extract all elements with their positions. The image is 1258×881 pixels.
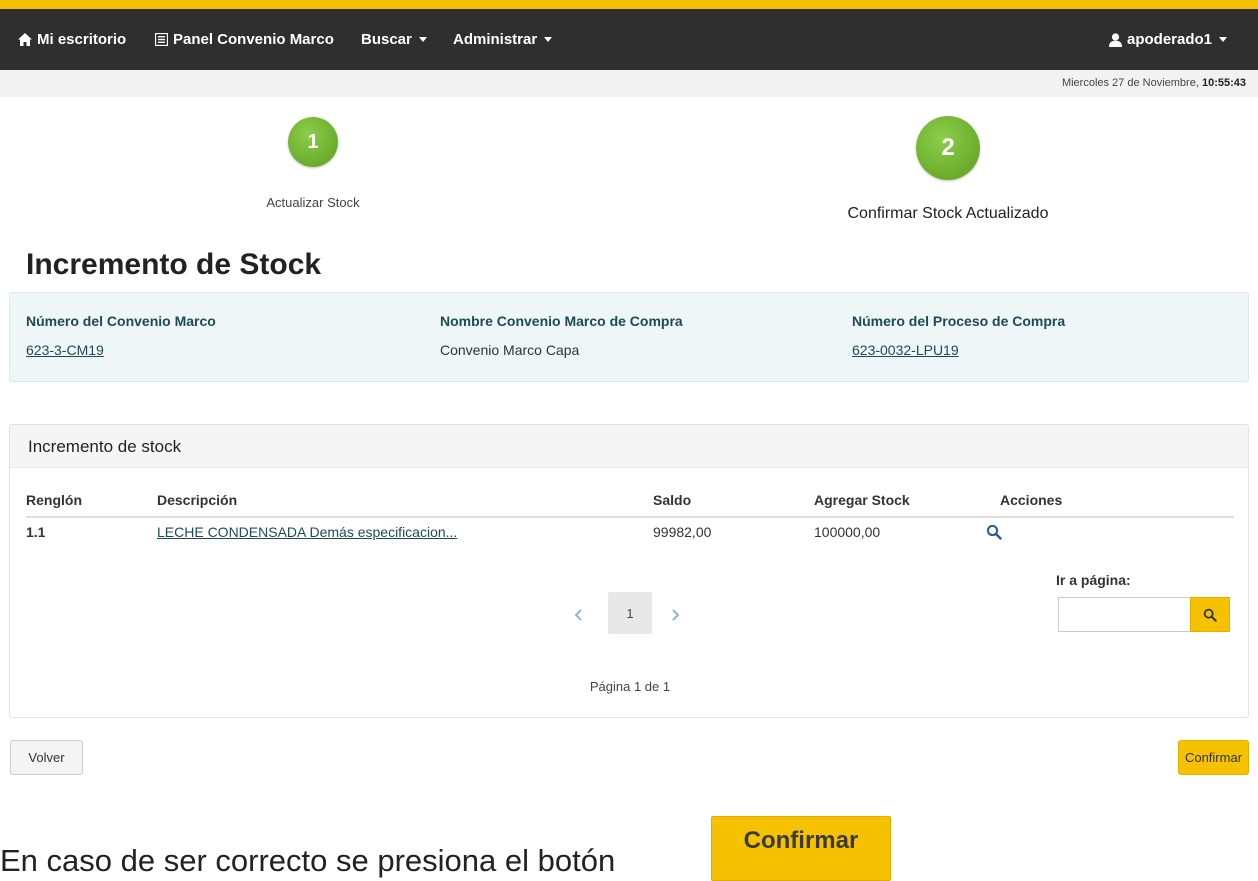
convenio-number-label: Número del Convenio Marco — [26, 313, 216, 329]
home-icon — [18, 33, 32, 46]
search-icon — [1203, 608, 1217, 622]
table-header-divider — [26, 516, 1234, 518]
current-time: 10:55:43 — [1201, 77, 1246, 89]
nav-administrar[interactable]: Administrar — [453, 9, 553, 70]
pagination-info: Página 1 de 1 — [589, 679, 671, 694]
proceso-number-link[interactable]: 623-0032-LPU19 — [852, 342, 1065, 358]
confirm-button[interactable]: Confirmar — [1178, 740, 1249, 775]
search-icon — [986, 524, 1002, 540]
step-1-circle: 1 — [288, 117, 338, 167]
date-bar: Miercoles 27 de Noviembre, 10:55:43 — [0, 70, 1258, 97]
nav-mi-escritorio[interactable]: Mi escritorio — [18, 9, 126, 70]
column-header-saldo: Saldo — [653, 492, 692, 508]
chevron-down-icon — [544, 37, 553, 42]
stock-panel-header: Incremento de stock — [10, 425, 1248, 468]
convenio-name-group: Nombre Convenio Marco de Compra Convenio… — [440, 313, 683, 358]
goto-page-button[interactable] — [1190, 597, 1230, 632]
convenio-name-value: Convenio Marco Capa — [440, 342, 580, 358]
stock-increment-panel: Incremento de stock Renglón Descripción … — [9, 424, 1249, 718]
step-1-label: Actualizar Stock — [266, 195, 360, 210]
step-2-label: Confirmar Stock Actualizado — [847, 205, 1049, 222]
column-header-acciones: Acciones — [1000, 492, 1063, 508]
nav-user-label: apoderado1 — [1127, 31, 1213, 48]
list-icon — [155, 33, 168, 46]
stock-panel-title: Incremento de stock — [28, 437, 182, 456]
current-datetime: Miercoles 27 de Noviembre, 10:55:43 — [1061, 77, 1246, 89]
user-icon — [1109, 32, 1122, 47]
back-button[interactable]: Volver — [10, 740, 83, 775]
proceso-number-label: Número del Proceso de Compra — [852, 313, 1066, 329]
row-saldo: 99982,00 — [653, 524, 712, 540]
caption-confirm-button-image: Confirmar — [711, 816, 891, 881]
page-title: Incremento de Stock — [26, 248, 322, 281]
convenio-number-group: Número del Convenio Marco 623-3-CM19 — [26, 313, 216, 358]
row-descripcion-link[interactable]: LECHE CONDENSADA Demás especificacion... — [157, 524, 457, 540]
chevron-right-icon[interactable] — [671, 605, 680, 626]
navbar: Mi escritorio Panel Convenio Marco Busca… — [0, 9, 1258, 70]
chevron-down-icon — [1219, 37, 1228, 42]
step-2-circle: 2 — [916, 116, 980, 180]
convenio-name-label: Nombre Convenio Marco de Compra — [440, 313, 683, 329]
chevron-down-icon — [418, 37, 427, 42]
proceso-number-group: Número del Proceso de Compra 623-0032-LP… — [852, 313, 1065, 358]
top-accent-bar — [0, 0, 1258, 9]
convenio-info-panel: Número del Convenio Marco 623-3-CM19 Nom… — [9, 292, 1249, 382]
column-header-descripcion: Descripción — [157, 492, 238, 508]
column-header-renglon: Renglón — [26, 492, 82, 508]
nav-mi-escritorio-label: Mi escritorio — [37, 31, 127, 48]
nav-buscar-label: Buscar — [361, 31, 412, 48]
convenio-number-link[interactable]: 623-3-CM19 — [26, 342, 216, 358]
nav-panel-convenio-marco[interactable]: Panel Convenio Marco — [155, 9, 334, 70]
row-agregar-stock: 100000,00 — [814, 524, 881, 540]
pagination-page-1[interactable]: 1 — [608, 592, 652, 634]
row-renglon: 1.1 — [26, 524, 46, 540]
nav-user-menu[interactable]: apoderado1 — [1109, 9, 1228, 70]
nav-buscar[interactable]: Buscar — [361, 9, 427, 70]
goto-page-input[interactable] — [1058, 597, 1190, 632]
nav-administrar-label: Administrar — [453, 31, 538, 48]
row-view-button[interactable] — [986, 524, 1004, 542]
goto-page-label: Ir a página: — [1056, 572, 1131, 588]
chevron-left-icon[interactable] — [574, 605, 583, 626]
nav-panel-convenio-marco-label: Panel Convenio Marco — [173, 31, 334, 48]
instruction-caption: En caso de ser correcto se presiona el b… — [0, 843, 616, 878]
column-header-agregar-stock: Agregar Stock — [814, 492, 910, 508]
